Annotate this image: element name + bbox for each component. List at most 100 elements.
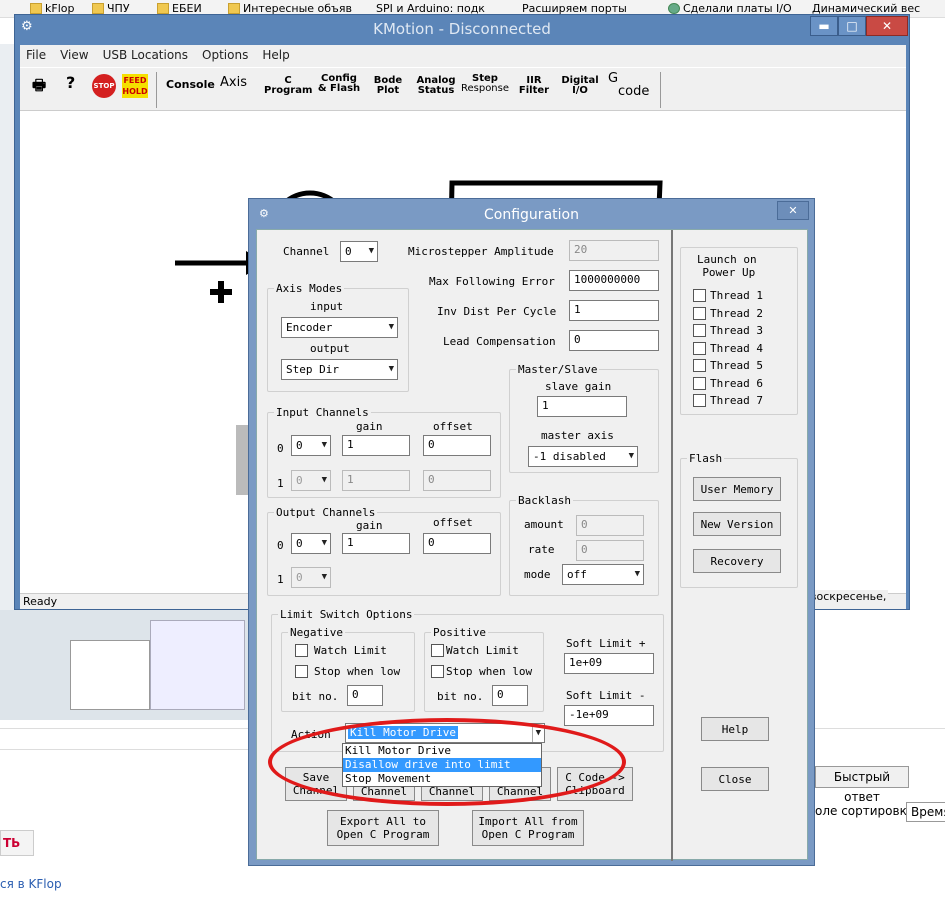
app-icon: ⚙: [21, 19, 33, 34]
footer-link[interactable]: ся в KFlop: [0, 877, 62, 891]
input-mode-select[interactable]: Encoder ▼: [281, 317, 398, 338]
flash-group: Flash User Memory New Version Recovery: [680, 452, 798, 588]
backlash-mode-select[interactable]: off ▼: [562, 564, 644, 585]
channel-select[interactable]: 0 ▼: [340, 241, 378, 262]
dialog-close-icon[interactable]: ✕: [777, 201, 809, 220]
slave-gain-input[interactable]: 1: [537, 396, 627, 417]
input-row1-index: 1: [277, 477, 284, 490]
output-row1-channel[interactable]: 0 ▼: [291, 567, 331, 588]
lead-comp-input[interactable]: 0: [569, 330, 659, 351]
microstepper-input[interactable]: 20: [569, 240, 659, 261]
menu-options[interactable]: Options: [202, 45, 248, 67]
soft-limit-minus-input[interactable]: -1e+09: [564, 705, 654, 726]
thread-5-checkbox[interactable]: [693, 359, 706, 372]
gcode-button[interactable]: Gcode: [608, 72, 649, 98]
inv-dist-input[interactable]: 1: [569, 300, 659, 321]
menu-usb-locations[interactable]: USB Locations: [103, 45, 188, 67]
user-memory-button[interactable]: User Memory: [693, 477, 781, 501]
close-button[interactable]: Close: [701, 767, 769, 791]
quick-reply-button[interactable]: Быстрый ответ: [815, 766, 909, 804]
menu-view[interactable]: View: [60, 45, 88, 67]
pos-stop-low-checkbox[interactable]: [431, 665, 444, 678]
page-divider: [0, 720, 250, 750]
input-row0-channel[interactable]: 0 ▼: [291, 435, 331, 456]
backlash-amount-label: amount: [524, 518, 564, 531]
window-title: KMotion - Disconnected: [373, 20, 551, 38]
print-icon[interactable]: 🖶: [32, 78, 46, 93]
chevron-down-icon: ▼: [321, 538, 327, 548]
help-icon[interactable]: ?: [66, 75, 75, 91]
new-version-button[interactable]: New Version: [693, 512, 781, 536]
iir-filter-button[interactable]: IIR Filter: [518, 76, 550, 96]
pos-watch-limit-label: Watch Limit: [446, 644, 519, 657]
input-row1-channel[interactable]: 0 ▼: [291, 470, 331, 491]
output-row0-gain[interactable]: 1: [342, 533, 410, 554]
input-mode-label: input: [310, 300, 344, 313]
chevron-down-icon: ▼: [321, 440, 327, 450]
chevron-down-icon: ▼: [628, 451, 634, 461]
c-program-button[interactable]: C Program: [264, 76, 312, 96]
toolbar-divider: [156, 72, 157, 108]
bode-plot-button[interactable]: Bode Plot: [370, 76, 406, 96]
input-row0-gain[interactable]: 1: [342, 435, 410, 456]
soft-limit-plus-label: Soft Limit +: [566, 637, 646, 650]
feed-hold-button[interactable]: FEED HOLD: [122, 74, 148, 98]
soft-limit-minus-label: Soft Limit -: [566, 689, 646, 702]
launch-group: Launch on Power Up Thread 1 Thread 2 Thread…: [680, 247, 798, 415]
step-response-button[interactable]: Step Response: [460, 74, 510, 94]
recovery-button[interactable]: Recovery: [693, 549, 781, 573]
output-mode-select[interactable]: Step Dir ▼: [281, 359, 398, 380]
axis-button[interactable]: Axis: [220, 76, 247, 89]
output-mode-label: output: [310, 342, 350, 355]
pos-bit-input[interactable]: 0: [492, 685, 528, 706]
maximize-button[interactable]: □: [838, 16, 866, 36]
digital-io-button[interactable]: Digital I/O: [560, 76, 600, 96]
console-button[interactable]: Console: [166, 79, 215, 90]
thread-1-checkbox[interactable]: [693, 289, 706, 302]
stop-button[interactable]: STOP: [92, 74, 116, 98]
input-channels-title: Input Channels: [274, 406, 371, 419]
thread-6-checkbox[interactable]: [693, 376, 706, 390]
lead-comp-label: Lead Compensation: [443, 335, 556, 348]
input-row1-gain[interactable]: 1: [342, 470, 410, 491]
backlash-title: Backlash: [516, 494, 573, 507]
sort-select[interactable]: Время: [906, 802, 945, 822]
neg-watch-limit-checkbox[interactable]: [295, 644, 308, 657]
thread-2-checkbox[interactable]: [693, 306, 706, 320]
pos-bit-label: bit no.: [437, 690, 484, 703]
chevron-down-icon: ▼: [321, 475, 327, 485]
menu-file[interactable]: File: [26, 45, 46, 67]
minimize-button[interactable]: ▬: [810, 16, 838, 36]
master-axis-select[interactable]: -1 disabled ▼: [528, 446, 638, 467]
output-row0-channel[interactable]: 0 ▼: [291, 533, 331, 554]
status-right: воскресенье,: [808, 590, 889, 603]
menu-help[interactable]: Help: [262, 45, 289, 67]
backlash-amount-input[interactable]: 0: [576, 515, 644, 536]
neg-stop-low-label: Stop when low: [314, 665, 401, 678]
limit-switch-title: Limit Switch Options: [278, 608, 415, 621]
input-offset-label: offset: [433, 420, 473, 433]
output-row0-offset[interactable]: 0: [423, 533, 491, 554]
pos-watch-limit-checkbox[interactable]: [431, 644, 444, 657]
neg-bit-input[interactable]: 0: [347, 685, 383, 706]
site-icon: [668, 3, 680, 14]
reply-tag[interactable]: ТЬ: [0, 830, 34, 856]
max-following-label: Max Following Error: [429, 275, 555, 288]
max-following-input[interactable]: 1000000000: [569, 270, 659, 291]
neg-stop-low-checkbox[interactable]: [295, 665, 308, 678]
input-row0-offset[interactable]: 0: [423, 435, 491, 456]
analog-status-button[interactable]: Analog Status: [414, 76, 458, 96]
close-window-button[interactable]: ✕: [866, 16, 908, 36]
soft-limit-plus-input[interactable]: 1e+09: [564, 653, 654, 674]
dialog-title: Configuration: [484, 207, 579, 223]
pos-stop-low-label: Stop when low: [446, 665, 533, 678]
thread-3-checkbox[interactable]: [693, 324, 706, 337]
backlash-rate-input[interactable]: 0: [576, 540, 644, 561]
import-all-button[interactable]: Import All from Open C Program: [472, 810, 584, 846]
thread-4-checkbox[interactable]: [693, 341, 706, 355]
config-flash-button[interactable]: Config & Flash: [314, 74, 364, 94]
help-button[interactable]: Help: [701, 717, 769, 741]
thread-7-checkbox[interactable]: [693, 394, 706, 407]
input-row1-offset[interactable]: 0: [423, 470, 491, 491]
export-all-button[interactable]: Export All to Open C Program: [327, 810, 439, 846]
